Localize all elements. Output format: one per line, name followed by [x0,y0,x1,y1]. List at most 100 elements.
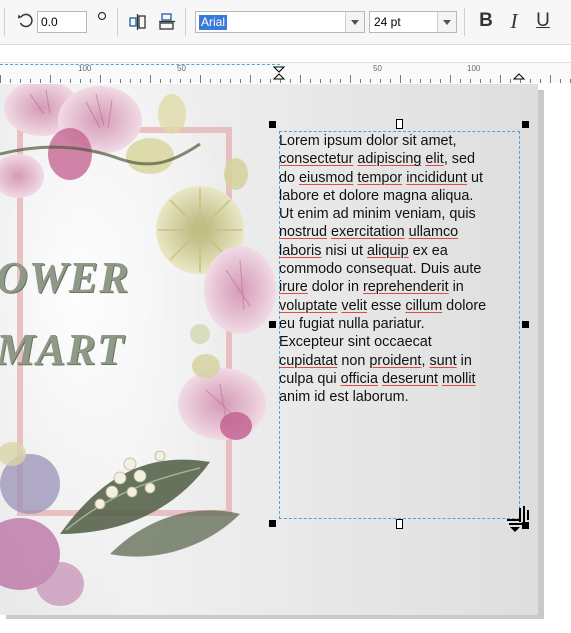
ruler-tick [150,75,151,83]
spellcheck-flagged-word: aliquip [367,242,409,259]
text-line: nostrud exercitation ullamco [279,223,525,241]
page-shadow [6,615,544,619]
text-run: culpa qui [279,370,341,387]
text-flow-handle-icon[interactable] [505,505,531,533]
text-run: Excepteur sint occaecat [279,334,432,351]
selection-handle-bottom-left[interactable] [269,520,276,527]
spellcheck-flagged-word: nostrud [279,224,327,241]
spellcheck-flagged-word: proident [369,352,422,369]
text-line: anim id est laborum. [279,388,525,406]
ruler-tick [0,75,1,83]
property-bar: 0.0 Arial 24 pt B I U [0,0,571,45]
degree-icon [97,11,107,21]
toolbar-separator [464,8,465,36]
spellcheck-flagged-word: cillum [405,297,443,314]
ruler-guide-line [0,64,280,65]
text-run: Lorem ipsum dolor sit amet, [279,133,457,149]
page-shadow [538,90,544,615]
ruler-tick [50,75,51,83]
underline-button[interactable]: U [532,9,554,33]
selection-handle-middle-right[interactable] [522,321,529,328]
selection-handle-middle-left[interactable] [269,321,276,328]
text-line: cupidatat non proident, sunt in [279,352,525,370]
spellcheck-flagged-word: mollit [441,370,476,387]
vertical-align-icon[interactable] [157,12,177,32]
selection-handle-top-right[interactable] [522,121,529,128]
spellcheck-flagged-word: velit [341,297,367,314]
ruler-tick [400,75,401,83]
ruler-label: 50 [177,64,186,73]
ruler-tick [100,75,101,83]
rotation-angle-input[interactable]: 0.0 [37,11,87,33]
ruler-tick [500,75,501,83]
text-run: in [448,279,464,296]
spellcheck-flagged-word: elit [425,151,444,168]
text-line: do eiusmod tempor incididunt ut [279,169,525,187]
text-flow-tab-top[interactable] [396,119,403,129]
text-line: voluptate velit esse cillum dolore [279,297,525,315]
text-flow-tab-bottom[interactable] [396,519,403,529]
spellcheck-flagged-word: consectetur [279,151,354,168]
ruler-tick [200,75,201,83]
spellcheck-flagged-word: officia [340,370,378,387]
text-run: esse [367,297,406,314]
text-run: Ut enim ad minim veniam, quis [279,206,476,223]
text-run: in [456,352,472,369]
horizontal-align-icon[interactable] [128,12,148,32]
artwork-title-line-1: OWER [0,253,130,302]
spellcheck-flagged-word: incididunt [406,169,468,186]
ruler-tick [550,75,551,83]
font-size-value: 24 pt [374,15,401,29]
ruler-tick [250,75,251,83]
ruler-label: 100 [78,64,92,73]
text-run: nisi ut [321,242,367,259]
spellcheck-flagged-word: voluptate [279,297,338,314]
text-run: ex ea [408,242,448,259]
italic-button[interactable]: I [503,9,525,33]
ruler-tick [450,75,451,83]
ruler-tick [300,75,301,83]
spellcheck-flagged-word: tempor [357,169,403,186]
spellcheck-flagged-word: irure [279,279,308,296]
bold-button[interactable]: B [475,9,497,33]
text-run: , sed [443,151,476,168]
selection-handle-top-left[interactable] [269,121,276,128]
text-run: ut [467,169,484,186]
text-run: dolore [442,297,487,314]
text-line: laboris nisi ut aliquip ex ea [279,242,525,260]
font-family-select[interactable]: Arial [195,11,365,33]
text-line: Lorem ipsum dolor sit amet, [279,132,525,150]
toolbar-separator [185,8,186,36]
horizontal-ruler[interactable]: 100 50 50 100 [0,62,571,84]
text-line: labore et dolore magna aliqua. [279,187,525,205]
spellcheck-flagged-word: exercitation [331,224,405,241]
indent-marker-icon[interactable] [273,66,285,80]
artwork-title-line-2: MART [0,325,125,374]
spellcheck-flagged-word: laboris [279,242,322,259]
spellcheck-flagged-word: sunt [429,352,457,369]
toolbar-separator [117,8,118,36]
spellcheck-flagged-word: reprehenderit [363,279,449,296]
text-run: do [279,169,300,186]
spellcheck-flagged-word: adipiscing [357,151,422,168]
text-line: eu fugiat nulla pariatur. [279,315,525,333]
paragraph-text[interactable]: Lorem ipsum dolor sit amet, consectetur a… [279,132,525,406]
text-line: irure dolor in reprehenderit in [279,278,525,296]
text-run: labore et dolore magna aliqua. [279,187,474,204]
text-run: commodo consequat. Duis aute [279,261,482,278]
chevron-down-icon[interactable] [437,12,456,32]
spellcheck-flagged-word: cupidatat [279,352,338,369]
right-indent-marker-icon[interactable] [513,66,525,80]
text-line: commodo consequat. Duis aute [279,260,525,278]
ruler-label: 100 [467,64,481,73]
text-run: anim id est laborum. [279,389,409,406]
text-run: dolor in [307,279,363,296]
ruler-tick [350,75,351,83]
text-run: non [337,352,370,369]
chevron-down-icon[interactable] [345,12,364,32]
toolbar-separator [4,8,5,36]
font-size-select[interactable]: 24 pt [369,11,457,33]
spellcheck-flagged-word: deserunt [381,370,438,387]
text-line: culpa qui officia deserunt mollit [279,370,525,388]
spellcheck-flagged-word: ullamco [408,224,459,241]
